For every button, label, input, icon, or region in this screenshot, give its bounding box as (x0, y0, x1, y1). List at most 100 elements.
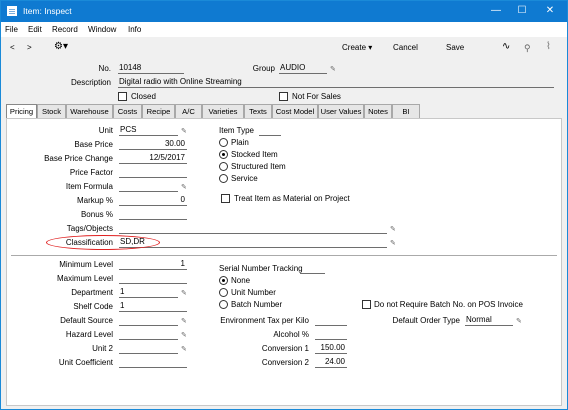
bonus-label: Bonus % (80, 210, 113, 219)
item-type-stocked-radio[interactable] (219, 150, 228, 159)
item-formula-field[interactable] (119, 181, 178, 192)
item-type-plain-radio[interactable] (219, 138, 228, 147)
alcohol-label: Alcohol % (273, 330, 309, 339)
search-icon[interactable]: ⚲ (524, 43, 531, 54)
closed-label: Closed (131, 92, 156, 101)
paste-special-icon[interactable]: ✎ (181, 332, 188, 339)
closed-checkbox[interactable] (118, 92, 127, 101)
unit2-label: Unit 2 (92, 344, 113, 353)
price-factor-field[interactable] (119, 167, 187, 178)
paste-special-icon[interactable]: ✎ (390, 240, 397, 247)
conversion1-field[interactable]: 150.00 (315, 343, 347, 354)
cancel-button[interactable]: Cancel (393, 43, 418, 52)
markup-field[interactable]: 0 (119, 195, 187, 206)
maximum-level-field[interactable] (119, 273, 187, 284)
toolbar: < > ⚙▾ Create ▾ Cancel Save ∿ ⚲ ⌇ (1, 37, 567, 59)
group-field[interactable]: AUDIO (279, 63, 327, 74)
trend-icon[interactable]: ∿ (502, 41, 510, 52)
paste-special-icon[interactable]: ✎ (390, 226, 397, 233)
save-button[interactable]: Save (446, 43, 464, 52)
tab-costs[interactable]: Costs (113, 104, 142, 119)
close-button[interactable]: ✕ (542, 4, 558, 18)
paperclip-icon[interactable]: ⌇ (546, 41, 551, 52)
paste-special-icon[interactable]: ✎ (516, 318, 523, 325)
tab-cost-model[interactable]: Cost Model (272, 104, 318, 119)
window-title: Item: Inspect (23, 6, 72, 16)
item-type-stocked-label: Stocked Item (231, 150, 278, 159)
env-tax-label: Environment Tax per Kilo (220, 316, 309, 325)
unit-label: Unit (98, 126, 113, 135)
bonus-field[interactable] (119, 209, 187, 220)
item-formula-label: Item Formula (65, 182, 113, 191)
paste-special-icon[interactable]: ✎ (330, 66, 337, 73)
conversion2-field[interactable]: 24.00 (315, 357, 347, 368)
default-source-field[interactable] (119, 315, 178, 326)
menu-window[interactable]: Window (88, 25, 116, 34)
unit2-field[interactable] (119, 343, 178, 354)
paste-special-icon[interactable]: ✎ (181, 128, 188, 135)
no-batch-checkbox[interactable] (362, 300, 371, 309)
menu-file[interactable]: File (5, 25, 18, 34)
paste-special-icon[interactable]: ✎ (181, 184, 188, 191)
tab-bi[interactable]: BI (392, 104, 420, 119)
hazard-level-field[interactable] (119, 329, 178, 340)
unit-field[interactable]: PCS (119, 125, 178, 136)
tab-notes[interactable]: Notes (364, 104, 392, 119)
create-button[interactable]: Create ▾ (342, 43, 372, 52)
tags-label: Tags/Objects (66, 224, 113, 233)
minimize-button[interactable]: — (488, 4, 504, 18)
item-type-structured-radio[interactable] (219, 162, 228, 171)
item-type-label: Item Type (219, 126, 254, 135)
paste-special-icon[interactable]: ✎ (181, 318, 188, 325)
treat-material-checkbox[interactable] (221, 194, 230, 203)
tab-user-values[interactable]: User Values (318, 104, 364, 119)
shelf-code-field[interactable]: 1 (119, 301, 187, 312)
tab-recipe[interactable]: Recipe (142, 104, 175, 119)
alcohol-field[interactable] (315, 329, 347, 340)
base-price-change-field[interactable]: 12/5/2017 (119, 153, 187, 164)
previous-record-button[interactable]: < (10, 43, 15, 52)
next-record-button[interactable]: > (27, 43, 32, 52)
minimum-level-label: Minimum Level (59, 260, 113, 269)
menu-record[interactable]: Record (52, 25, 78, 34)
not-for-sales-label: Not For Sales (292, 92, 341, 101)
not-for-sales-checkbox[interactable] (279, 92, 288, 101)
maximize-button[interactable]: ☐ (514, 4, 530, 18)
description-label: Description (70, 78, 111, 87)
paste-special-icon[interactable]: ✎ (181, 346, 188, 353)
tab-varieties[interactable]: Varieties (202, 104, 244, 119)
tab-warehouse[interactable]: Warehouse (66, 104, 113, 119)
default-order-type-label: Default Order Type (392, 316, 460, 325)
price-factor-label: Price Factor (69, 168, 113, 177)
serial-none-label: None (231, 276, 251, 285)
item-type-service-radio[interactable] (219, 174, 228, 183)
serial-unit-number-radio[interactable] (219, 288, 228, 297)
serial-unit-number-label: Unit Number (231, 288, 276, 297)
tags-field[interactable] (119, 223, 387, 234)
conversion2-label: Conversion 2 (261, 358, 309, 367)
description-field[interactable]: Digital radio with Online Streaming (118, 77, 554, 88)
unit-coefficient-label: Unit Coefficient (58, 358, 113, 367)
title-bar: Item: Inspect — ☐ ✕ (1, 1, 567, 22)
shelf-code-label: Shelf Code (73, 302, 113, 311)
tab-ac[interactable]: A/C (175, 104, 202, 119)
menu-edit[interactable]: Edit (28, 25, 42, 34)
serial-none-radio[interactable] (219, 276, 228, 285)
tab-stock[interactable]: Stock (37, 104, 66, 119)
item-type-structured-label: Structured Item (231, 162, 286, 171)
tab-texts[interactable]: Texts (244, 104, 272, 119)
paste-special-icon[interactable]: ✎ (181, 290, 188, 297)
minimum-level-field[interactable]: 1 (119, 259, 187, 270)
unit-coefficient-field[interactable] (119, 357, 187, 368)
department-field[interactable]: 1 (119, 287, 178, 298)
maximum-level-label: Maximum Level (56, 274, 113, 283)
serial-batch-number-label: Batch Number (231, 300, 283, 309)
base-price-field[interactable]: 30.00 (119, 139, 187, 150)
window-icon (7, 6, 17, 16)
menu-info[interactable]: Info (128, 25, 141, 34)
serial-batch-number-radio[interactable] (219, 300, 228, 309)
env-tax-field[interactable] (315, 315, 347, 326)
no-field[interactable]: 10148 (118, 63, 184, 74)
default-order-type-field[interactable]: Normal (465, 315, 513, 326)
gear-icon[interactable]: ⚙▾ (54, 41, 68, 52)
